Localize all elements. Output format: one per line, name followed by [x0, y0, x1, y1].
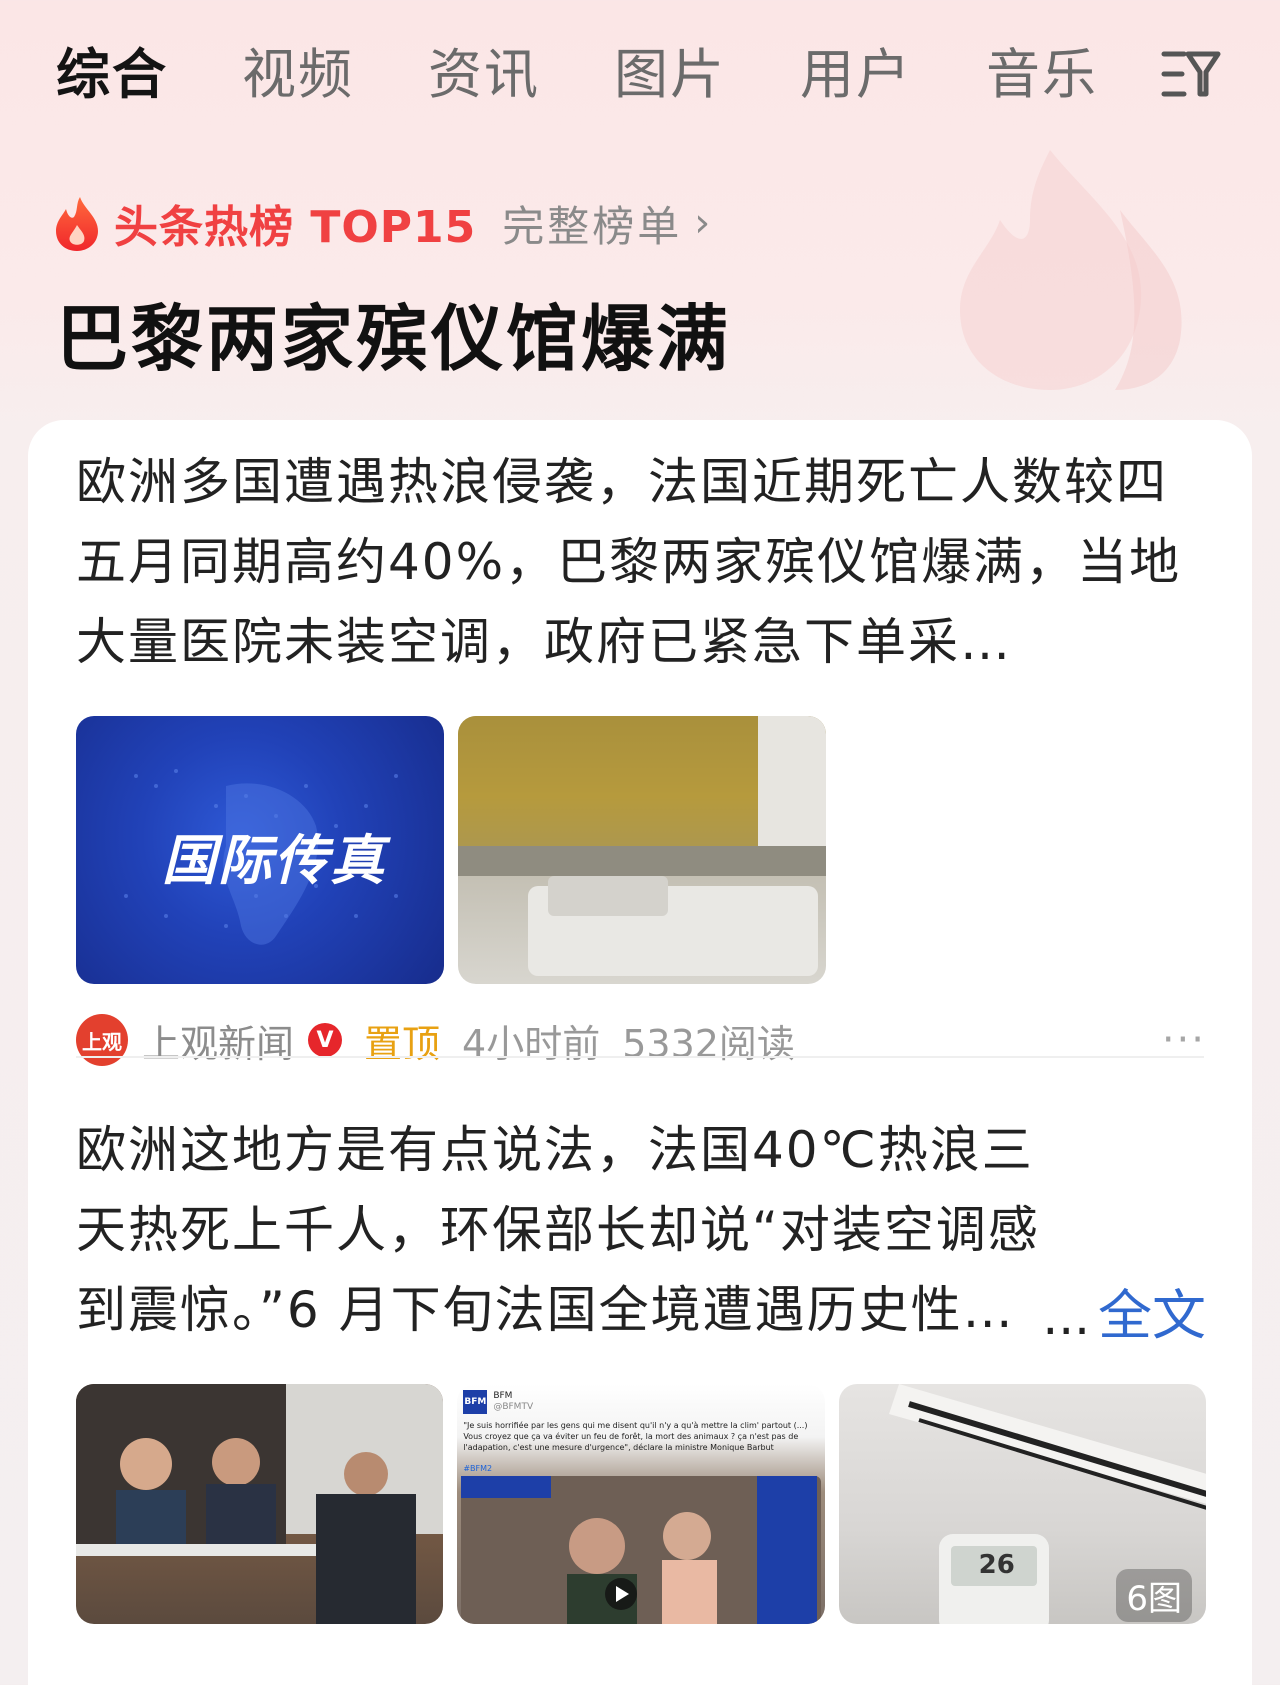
article-image[interactable]: BFM BFM @BFMTV "Je suis horrifiée par le… — [457, 1384, 825, 1624]
article-image[interactable]: 26 6图 — [838, 1384, 1206, 1624]
chevron-right-icon: › — [694, 200, 711, 246]
read-more-link[interactable]: 全文 — [1098, 1271, 1206, 1350]
hot-headline[interactable]: 巴黎两家殡仪馆爆满 — [56, 280, 731, 385]
thermostat-reading: 26 — [978, 1550, 1015, 1580]
image-count-badge: 6图 — [1116, 1569, 1192, 1622]
read-count: 5332阅读 — [622, 1021, 795, 1066]
article-text-wrap: 欧洲这地方是有点说法，法国40℃热浪三天热死上千人，环保部长却说“对装空调感到震… — [76, 1110, 1206, 1350]
tweet-account: BFM — [493, 1391, 513, 1401]
tab-music[interactable]: 音乐 — [986, 48, 1098, 102]
article-meta: 上观 上观新闻 V 置顶 4小时前 5332阅读 ··· — [76, 1012, 1206, 1068]
filter-button[interactable] — [1158, 44, 1224, 104]
hot-board-title: 头条热榜 TOP15 — [114, 202, 477, 253]
divider — [76, 1056, 1204, 1058]
verified-badge-icon: V — [308, 1023, 343, 1057]
article-item[interactable]: 欧洲这地方是有点说法，法国40℃热浪三天热死上千人，环保部长却说“对装空调感到震… — [76, 1110, 1206, 1624]
publish-time: 4小时前 — [462, 1021, 601, 1066]
search-tab-bar: 综合 视频 资讯 图片 用户 音乐 — [0, 0, 1280, 150]
tweet-quote: "Je suis horrifiée par les gens qui me d… — [463, 1421, 808, 1452]
article-image[interactable] — [458, 716, 826, 984]
flame-icon — [56, 197, 98, 251]
tab-images[interactable]: 图片 — [614, 48, 726, 102]
source-name[interactable]: 上观新闻 — [142, 1013, 294, 1068]
tab-comprehensive[interactable]: 综合 — [56, 48, 168, 102]
article-images: BFM BFM @BFMTV "Je suis horrifiée par le… — [76, 1384, 1206, 1624]
tab-users[interactable]: 用户 — [800, 48, 912, 102]
tweet-header: BFM BFM @BFMTV — [463, 1390, 533, 1414]
results-card: 欧洲多国遭遇热浪侵袭，法国近期死亡人数较四五月同期高约40%，巴黎两家殡仪馆爆满… — [28, 420, 1252, 1685]
tab-video[interactable]: 视频 — [242, 48, 354, 102]
image-overlay-text: 国际传真 — [162, 829, 386, 892]
ac-installers-graphic — [76, 1384, 444, 1624]
tv-broadcast-graphic — [461, 1476, 822, 1624]
tab-news[interactable]: 资讯 — [428, 48, 540, 102]
hot-board-header[interactable]: 头条热榜 TOP15 完整榜单 › — [54, 188, 710, 258]
hospital-room-graphic — [458, 716, 826, 976]
background-flame-decoration — [960, 150, 1182, 390]
article-images: 国际传真 — [76, 716, 1206, 984]
read-more-group: ... 全文 — [1036, 1271, 1206, 1350]
text-ellipsis: ... — [1042, 1288, 1090, 1346]
bfm-logo-icon: BFM — [463, 1390, 488, 1414]
article-image[interactable] — [76, 1384, 444, 1624]
article-item[interactable]: 欧洲多国遭遇热浪侵袭，法国近期死亡人数较四五月同期高约40%，巴黎两家殡仪馆爆满… — [76, 442, 1206, 1068]
article-image[interactable]: 国际传真 — [76, 716, 444, 984]
full-list-link[interactable]: 完整榜单 — [502, 193, 682, 254]
tweet-handle: @BFMTV — [493, 1402, 534, 1412]
source-avatar[interactable]: 上观 — [76, 1014, 128, 1066]
filter-icon — [1161, 51, 1221, 97]
article-text[interactable]: 欧洲多国遭遇热浪侵袭，法国近期死亡人数较四五月同期高约40%，巴黎两家殡仪馆爆满… — [76, 442, 1206, 682]
tweet-hashtag: #BFM2 — [463, 1464, 493, 1473]
pinned-label: 置顶 — [364, 1021, 441, 1066]
